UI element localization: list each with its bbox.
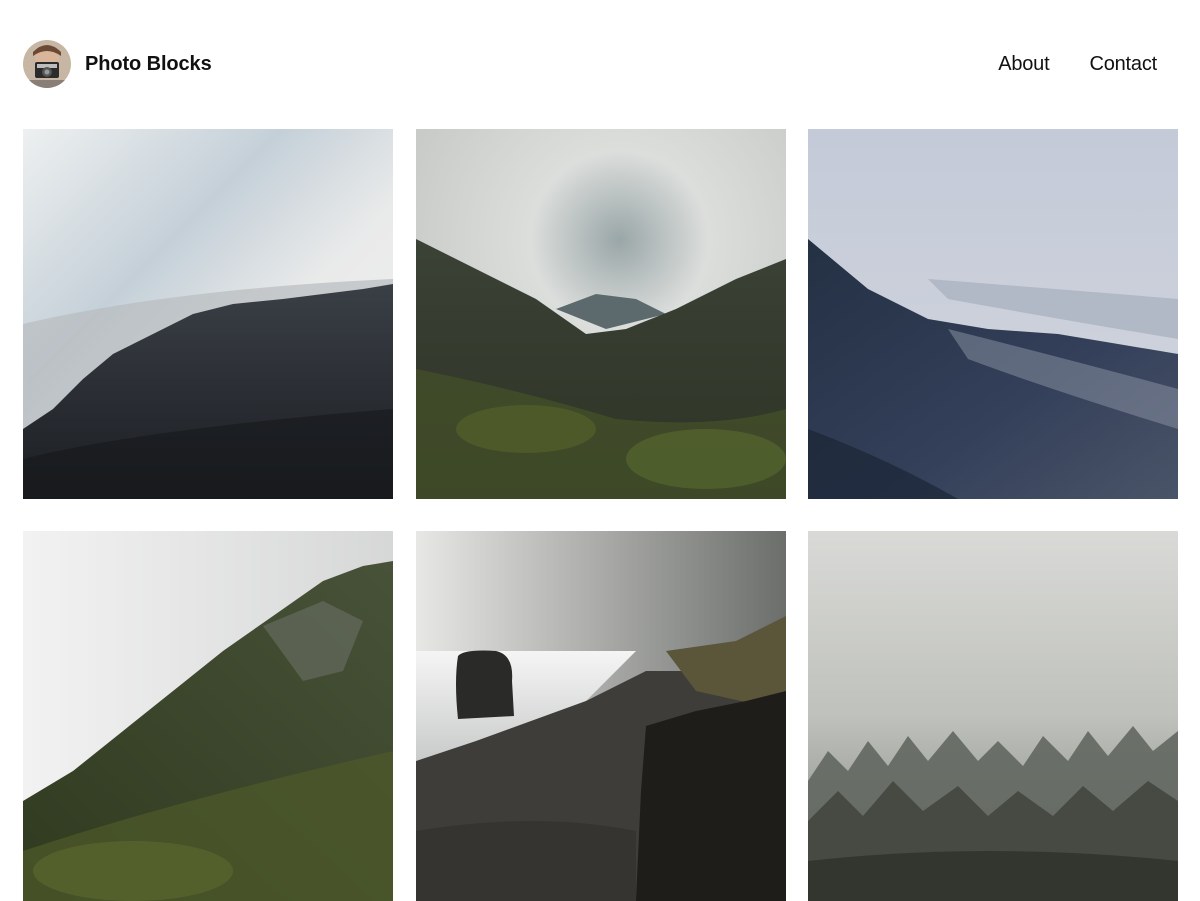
photo-foggy-pine-forest[interactable] (808, 531, 1178, 901)
nav-contact-link[interactable]: Contact (1089, 52, 1157, 76)
photo-sea-stack-beach[interactable] (415, 531, 786, 901)
home-link[interactable]: Photo Blocks (23, 40, 212, 88)
photo-grid (23, 129, 1178, 901)
photo-green-cliff-in-fog[interactable] (23, 531, 393, 901)
photo-cloudy-mountain-valley[interactable] (415, 129, 786, 499)
photo-snowy-forest-slope[interactable] (808, 129, 1178, 499)
site-header: Photo Blocks About Contact (0, 0, 1200, 129)
nav-about-link[interactable]: About (998, 52, 1049, 76)
site-title: Photo Blocks (85, 52, 212, 75)
main-nav: About Contact (998, 52, 1157, 76)
photo-misty-forest-ridge[interactable] (23, 129, 393, 499)
photographer-avatar-icon (23, 40, 71, 88)
